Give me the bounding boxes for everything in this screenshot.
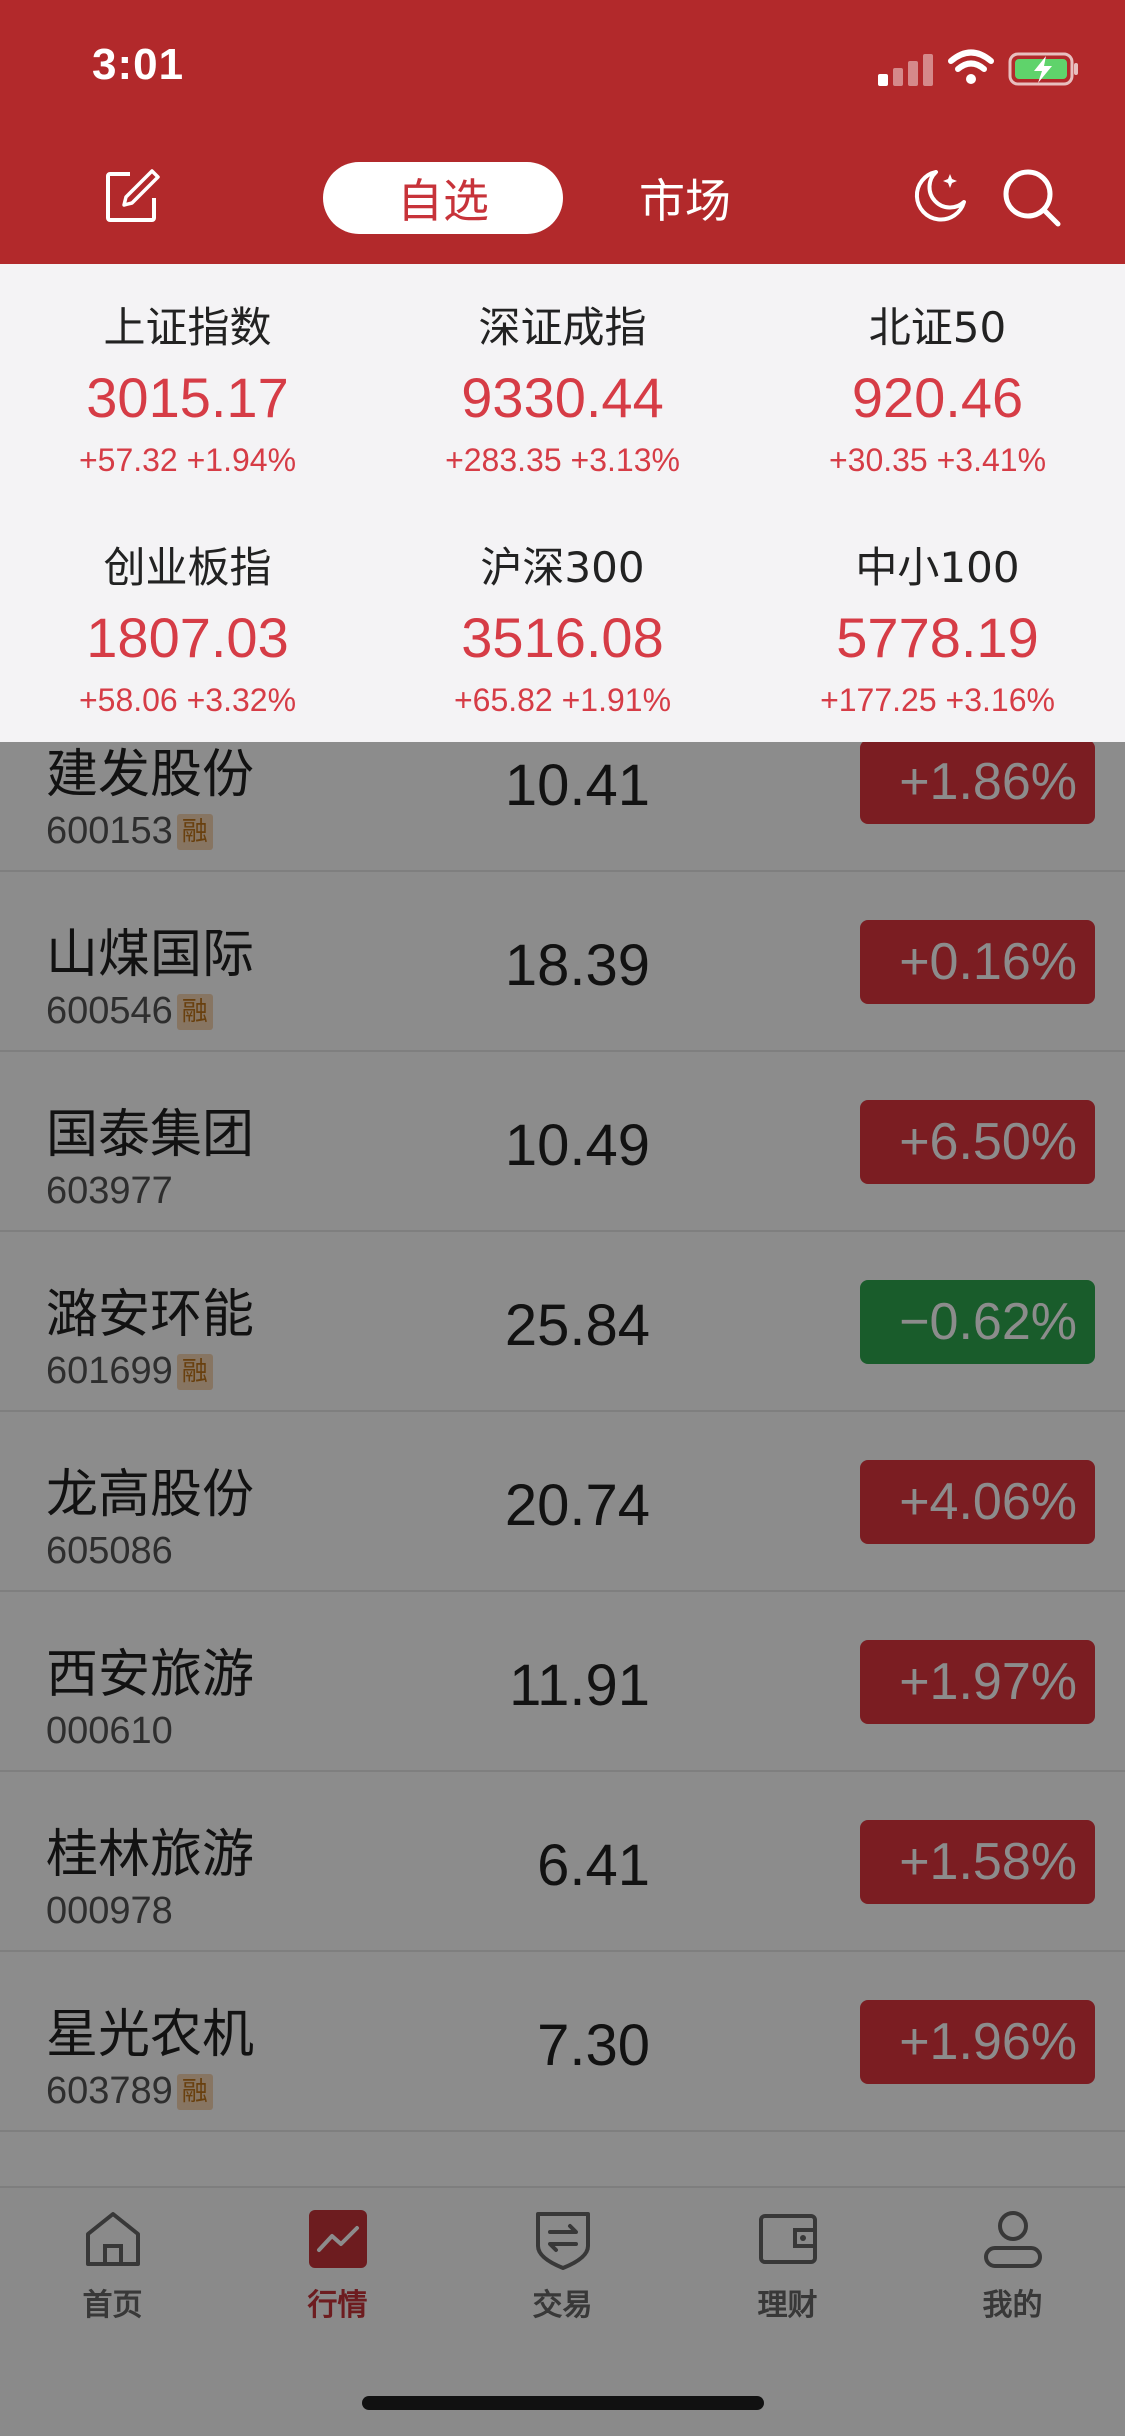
tab-market[interactable]: 市场 [620,162,750,234]
search-icon[interactable] [1000,166,1064,230]
battery-charging-icon [1008,52,1078,86]
index-card[interactable]: 中小100 5778.19 +177.25 +3.16% [750,538,1125,722]
index-value: 5778.19 [836,606,1039,669]
moon-icon[interactable] [910,166,970,226]
index-name: 上证指数 [103,303,272,352]
index-card[interactable]: 上证指数 3015.17 +57.32 +1.94% [0,298,375,482]
tab-watchlist[interactable]: 自选 [323,162,563,234]
index-change: +30.35 +3.41% [828,442,1047,478]
index-change: +58.06 +3.32% [78,682,297,718]
index-name: 沪深300 [480,543,645,592]
index-value: 3015.17 [86,366,289,429]
status-time: 3:01 [92,40,185,89]
index-name: 中小100 [855,543,1020,592]
index-change: +283.35 +3.13% [445,442,680,478]
app-header: 3:01 自选 市场 [0,0,1125,264]
index-name: 北证50 [868,303,1007,352]
home-indicator[interactable] [362,2396,764,2410]
edit-icon[interactable] [102,168,160,226]
index-value: 920.46 [851,366,1024,429]
wifi-icon [948,49,994,84]
index-name: 创业板指 [103,543,272,592]
index-card[interactable]: 创业板指 1807.03 +58.06 +3.32% [0,538,375,722]
index-value: 1807.03 [86,606,289,669]
index-name: 深证成指 [478,303,647,352]
index-change: +65.82 +1.91% [453,682,672,718]
index-card[interactable]: 北证50 920.46 +30.35 +3.41% [750,298,1125,482]
index-change: +177.25 +3.16% [820,682,1055,718]
index-value: 3516.08 [461,606,664,669]
market-index-panel: 上证指数 3015.17 +57.32 +1.94% 深证成指 9330.44 … [0,264,1125,742]
index-card[interactable]: 深证成指 9330.44 +283.35 +3.13% [375,298,750,482]
index-card[interactable]: 沪深300 3516.08 +65.82 +1.91% [375,538,750,722]
cellular-signal-icon [878,54,934,86]
index-change: +57.32 +1.94% [78,442,297,478]
dim-overlay[interactable] [0,742,1125,2436]
index-value: 9330.44 [461,366,664,429]
